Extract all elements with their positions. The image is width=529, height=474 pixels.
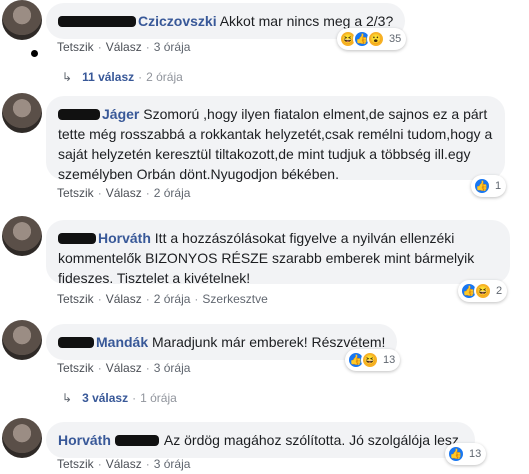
reply-button[interactable]: Válasz (106, 40, 142, 54)
reply-time: 1 órája (140, 391, 177, 405)
reply-button[interactable]: Válasz (106, 186, 142, 200)
reaction-summary[interactable]: 👍 1 (471, 175, 507, 197)
comment-text: Akkot mar nincs meg a 2/3? (219, 13, 394, 29)
redaction (114, 435, 159, 446)
like-icon: 👍 (473, 177, 491, 195)
comment-text: Az ördög magához szólította. Jó szolgáló… (163, 432, 463, 448)
author-name[interactable]: Horváth (58, 432, 111, 448)
reaction-summary[interactable]: 👍 😆 2 (458, 280, 508, 302)
comment-actions: Tetszik · Válasz · 2 órája · Szerkesztve (57, 292, 268, 306)
comment-text: Maradjunk már emberek! Részvétem! (152, 334, 386, 350)
comment-bubble: Horváth Az ördög magához szólította. Jó … (46, 422, 475, 458)
reply-button[interactable]: Válasz (106, 457, 142, 471)
edited-label[interactable]: Szerkesztve (202, 292, 267, 306)
redaction (58, 109, 100, 120)
avatar[interactable] (2, 216, 42, 256)
reply-button[interactable]: Válasz (106, 292, 142, 306)
reply-time: 2 órája (146, 70, 183, 84)
like-button[interactable]: Tetszik (57, 457, 94, 471)
like-button[interactable]: Tetszik (57, 40, 94, 54)
reply-arrow-icon: ↳ (62, 70, 73, 84)
avatar[interactable] (2, 93, 42, 133)
reply-count[interactable]: 11 válasz (82, 70, 134, 84)
comment-time[interactable]: 3 órája (154, 361, 191, 375)
redaction (58, 337, 94, 348)
reaction-count: 13 (469, 448, 482, 460)
redaction (58, 16, 136, 27)
comment-actions: Tetszik · Válasz · 3 órája (57, 361, 191, 375)
comment-time[interactable]: 3 órája (154, 457, 191, 471)
reaction-count: 2 (496, 285, 503, 297)
haha-icon: 😆 (361, 351, 379, 369)
comment-time[interactable]: 2 órája (154, 186, 191, 200)
reaction-summary[interactable]: 👍 13 (445, 443, 487, 465)
avatar[interactable] (2, 418, 42, 458)
like-button[interactable]: Tetszik (57, 292, 94, 306)
reaction-summary[interactable]: 👍 😆 13 (345, 349, 401, 371)
reaction-count: 35 (389, 33, 402, 45)
avatar[interactable] (2, 0, 42, 40)
comment-time[interactable]: 3 órája (154, 40, 191, 54)
reaction-count: 1 (495, 180, 502, 192)
reply-count[interactable]: 3 válasz (82, 391, 128, 405)
haha-icon: 😆 (474, 282, 492, 300)
view-replies-link[interactable]: ↳ 3 válasz · 1 órája (62, 391, 177, 405)
author-name[interactable]: Cziczovszki (138, 13, 217, 29)
comment-actions: Tetszik · Válasz · 3 órája (57, 457, 191, 471)
comment-bubble: Horváth Itt a hozzászólásokat figyelve a… (46, 220, 510, 286)
like-button[interactable]: Tetszik (57, 361, 94, 375)
wow-icon: 😮 (367, 30, 385, 48)
reply-button[interactable]: Válasz (106, 361, 142, 375)
comment-bubble: Mandák Maradjunk már emberek! Részvétem! (46, 324, 398, 360)
redaction (58, 233, 96, 244)
view-replies-link[interactable]: ↳ 11 válasz · 2 órája (62, 70, 183, 84)
comment-bubble: Jáger Szomorú ,hogy ilyen fiatalon elmen… (46, 96, 505, 182)
like-button[interactable]: Tetszik (57, 186, 94, 200)
reaction-summary[interactable]: 😆 👍 😮 35 (337, 28, 407, 50)
author-name[interactable]: Jáger (102, 106, 139, 122)
comment-actions: Tetszik · Válasz · 3 órája (57, 40, 191, 54)
reaction-count: 13 (383, 354, 396, 366)
reply-arrow-icon: ↳ (62, 391, 73, 405)
bullet-dot (31, 50, 38, 57)
author-name[interactable]: Mandák (96, 334, 148, 350)
comment-time[interactable]: 2 órája (154, 292, 191, 306)
comment-actions: Tetszik · Válasz · 2 órája (57, 186, 191, 200)
author-name[interactable]: Horváth (98, 230, 151, 246)
avatar[interactable] (2, 320, 42, 360)
like-icon: 👍 (447, 445, 465, 463)
